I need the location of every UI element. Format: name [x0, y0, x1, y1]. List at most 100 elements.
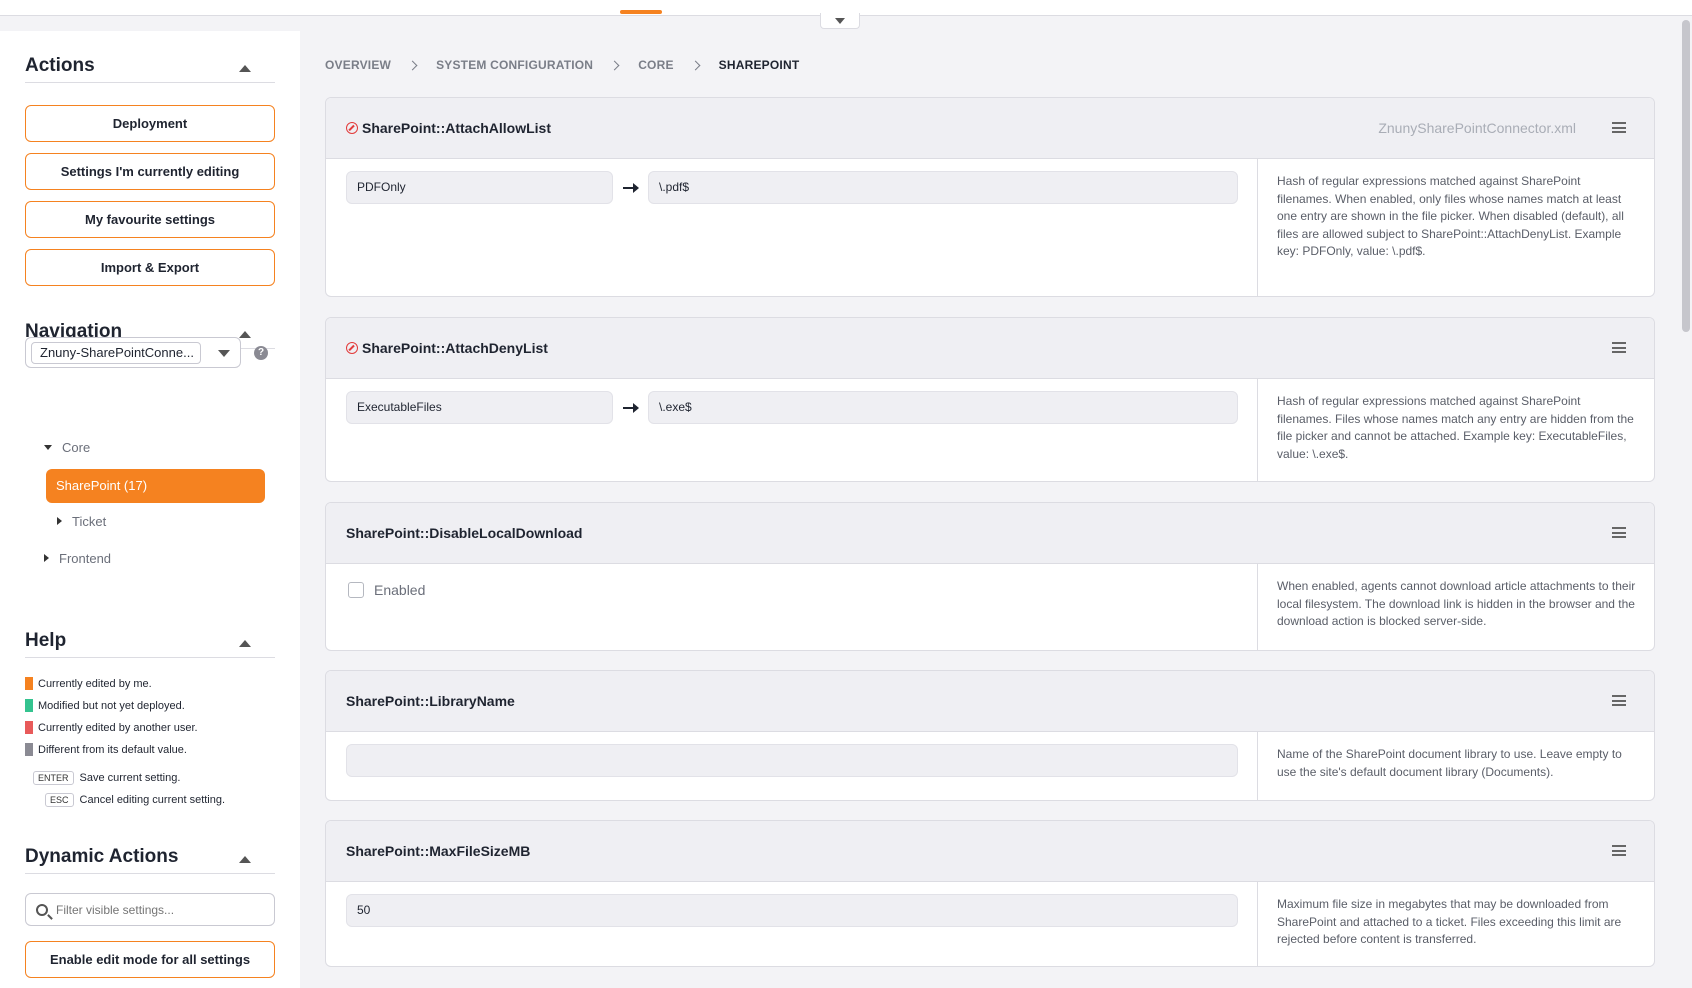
setting-description: Name of the SharePoint document library … — [1257, 732, 1654, 800]
tree-item-frontend[interactable]: Frontend — [44, 551, 111, 566]
tree-label: Frontend — [59, 551, 112, 566]
hash-key-field[interactable]: ExecutableFiles — [346, 391, 613, 424]
enabled-checkbox[interactable] — [348, 582, 364, 598]
shortcut-row: ENTER Save current setting. — [33, 771, 180, 785]
setting-card-library-name: SharePoint::LibraryName Name of the Shar… — [325, 670, 1655, 801]
legend-row: Modified but not yet deployed. — [25, 699, 185, 712]
setting-description: Hash of regular expressions matched agai… — [1257, 379, 1654, 481]
legend-row: Currently edited by me. — [25, 677, 152, 690]
legend-label: Modified but not yet deployed. — [38, 699, 185, 712]
deployment-button[interactable]: Deployment — [25, 105, 275, 142]
setting-description: When enabled, agents cannot download art… — [1257, 564, 1654, 650]
setting-value-area: Enabled — [326, 564, 1257, 650]
max-file-size-field[interactable]: 50 — [346, 894, 1238, 927]
setting-header: SharePoint::MaxFileSizeMB — [326, 821, 1654, 882]
settings-editing-button[interactable]: Settings I'm currently editing — [25, 153, 275, 190]
legend-swatch — [25, 743, 33, 756]
setting-title: SharePoint::LibraryName — [346, 693, 515, 709]
actions-header[interactable]: Actions — [25, 55, 275, 83]
hamburger-menu-icon[interactable] — [1612, 845, 1626, 856]
hash-value-field[interactable]: \.exe$ — [648, 391, 1238, 424]
hash-value-field[interactable]: \.pdf$ — [648, 171, 1238, 204]
enable-edit-all-button[interactable]: Enable edit mode for all settings — [25, 941, 275, 978]
setting-description: Maximum file size in megabytes that may … — [1257, 882, 1654, 966]
hamburger-menu-icon[interactable] — [1612, 695, 1626, 706]
setting-card-max-file-size: SharePoint::MaxFileSizeMB 50 Maximum fil… — [325, 820, 1655, 967]
breadcrumb-core[interactable]: CORE — [638, 58, 673, 72]
enabled-checkbox-row[interactable]: Enabled — [348, 582, 425, 598]
chevron-right-icon — [407, 60, 418, 70]
breadcrumb-system-configuration[interactable]: SYSTEM CONFIGURATION — [436, 58, 593, 72]
tree-label: Core — [62, 440, 91, 455]
invalid-icon — [346, 342, 358, 354]
tree-label: Ticket — [72, 514, 107, 529]
favourite-settings-button[interactable]: My favourite settings — [25, 201, 275, 238]
legend-swatch — [25, 677, 33, 690]
setting-name: SharePoint::AttachAllowList — [362, 120, 552, 136]
setting-card-attach-deny-list: SharePoint::AttachDenyList ExecutableFil… — [325, 317, 1655, 482]
dropdown-arrow-icon[interactable] — [218, 350, 230, 357]
setting-body: ExecutableFiles \.exe$ Hash of regular e… — [326, 379, 1654, 481]
page-scrollbar[interactable] — [1682, 20, 1690, 332]
legend-label: Currently edited by me. — [38, 677, 152, 690]
collapse-caret-icon[interactable] — [239, 331, 251, 338]
checkbox-label: Enabled — [374, 582, 426, 598]
legend-row: Different from its default value. — [25, 743, 187, 756]
hamburger-menu-icon[interactable] — [1612, 527, 1626, 538]
dynamic-actions-header[interactable]: Dynamic Actions — [25, 846, 275, 874]
tree-item-sharepoint[interactable]: SharePoint (17) — [46, 469, 265, 503]
filter-settings-field[interactable] — [25, 893, 275, 926]
invalid-icon — [346, 122, 358, 134]
help-title: Help — [25, 630, 67, 651]
setting-header: SharePoint::DisableLocalDownload — [326, 503, 1654, 564]
toolbar-toggle[interactable] — [820, 13, 860, 29]
top-bar — [0, 0, 1692, 29]
legend-label: Currently edited by another user. — [38, 721, 198, 734]
setting-value-area: PDFOnly \.pdf$ — [326, 159, 1257, 296]
setting-title: SharePoint::DisableLocalDownload — [346, 525, 582, 541]
help-header[interactable]: Help — [25, 630, 275, 658]
collapsed-icon[interactable] — [57, 517, 62, 525]
library-name-field[interactable] — [346, 744, 1238, 777]
chevron-right-icon — [609, 60, 620, 70]
arrow-right-icon — [623, 183, 639, 193]
hamburger-menu-icon[interactable] — [1612, 342, 1626, 353]
setting-card-attach-allow-list: SharePoint::AttachAllowList ZnunySharePo… — [325, 97, 1655, 297]
filter-settings-input[interactable] — [56, 900, 266, 920]
actions-title: Actions — [25, 55, 95, 76]
collapsed-icon[interactable] — [44, 554, 49, 562]
selected-navigation-chip[interactable]: Znuny-SharePointConne... — [31, 342, 201, 364]
setting-header: SharePoint::AttachDenyList — [326, 318, 1654, 379]
hash-key-field[interactable]: PDFOnly — [346, 171, 613, 204]
import-export-button[interactable]: Import & Export — [25, 249, 275, 286]
esc-key: ESC — [45, 793, 74, 807]
setting-title: SharePoint::MaxFileSizeMB — [346, 843, 530, 859]
setting-description: Hash of regular expressions matched agai… — [1257, 159, 1654, 296]
collapse-caret-icon[interactable] — [239, 640, 251, 647]
setting-value-area: 50 — [326, 882, 1257, 966]
shortcut-row: ESC Cancel editing current setting. — [45, 793, 225, 807]
legend-row: Currently edited by another user. — [25, 721, 198, 734]
tree-item-ticket[interactable]: Ticket — [57, 514, 106, 529]
arrow-right-icon — [623, 403, 639, 413]
hamburger-menu-icon[interactable] — [1612, 122, 1626, 133]
shortcut-label: Cancel editing current setting. — [79, 794, 226, 806]
legend-label: Different from its default value. — [38, 743, 187, 756]
setting-body: Enabled When enabled, agents cannot down… — [326, 564, 1654, 650]
setting-body: 50 Maximum file size in megabytes that m… — [326, 882, 1654, 966]
legend-swatch — [25, 699, 33, 712]
help-icon[interactable]: ? — [254, 346, 268, 360]
legend-swatch — [25, 721, 33, 734]
setting-header: SharePoint::LibraryName — [326, 671, 1654, 732]
expanded-icon[interactable] — [44, 445, 52, 450]
setting-title: SharePoint::AttachDenyList — [346, 340, 548, 356]
chevron-down-icon — [835, 17, 845, 24]
active-indicator — [620, 10, 662, 14]
navigation-select[interactable]: Znuny-SharePointConne... — [25, 337, 241, 368]
collapse-caret-icon[interactable] — [239, 856, 251, 863]
tree-item-core[interactable]: Core — [44, 440, 90, 455]
breadcrumb-overview[interactable]: OVERVIEW — [325, 58, 391, 72]
shortcut-label: Save current setting. — [79, 772, 181, 784]
collapse-caret-icon[interactable] — [239, 65, 251, 72]
setting-header: SharePoint::AttachAllowList ZnunySharePo… — [326, 98, 1654, 159]
